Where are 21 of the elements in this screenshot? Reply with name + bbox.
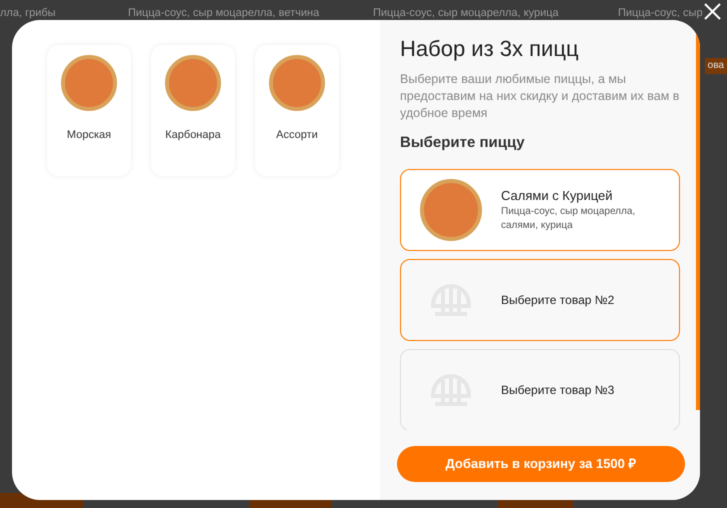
pizza-ingredients: Пицца-соус, сыр моцарелла, салями, курица	[501, 205, 636, 234]
slot-placeholder: Выберите товар №3	[501, 382, 614, 398]
section-title: Выберите пиццу	[400, 133, 526, 153]
pizza-slot[interactable]: Выберите товар №3	[400, 348, 680, 430]
pizza-name: Салями с Курицей	[501, 186, 614, 205]
modal-description: Выберите ваши любимые пиццы, а мы предоставим на них скидку и доставим их вам в удобное время	[400, 71, 680, 122]
backdrop-text: Пицца-соус, сыр моцарелла, курица	[373, 7, 559, 19]
pizza-card[interactable]: Морская	[47, 45, 131, 176]
pizza-slot[interactable]: Выберите товар №2	[400, 258, 680, 340]
pizza-card[interactable]: Ассорти	[255, 45, 339, 176]
backdrop-text: Пицца-соус, сыр моцарелла, ветчина	[128, 7, 320, 19]
pizza-card-name: Карбонара	[165, 128, 221, 143]
modal-title: Набор из 3х пицц	[400, 35, 580, 63]
pizza-card-name: Ассорти	[276, 128, 318, 143]
pizza-card[interactable]: Карбонара	[151, 45, 235, 176]
pizza-slot[interactable]: Салями с Курицей Пицца-соус, сыр моцарелла, салями, курица	[400, 168, 680, 250]
backdrop-text: Пицца-соус, сыр	[618, 7, 703, 19]
backdrop-text: лла, грибы	[0, 7, 56, 19]
pizza-card-name: Морская	[66, 128, 112, 143]
slot-placeholder: Выберите товар №2	[501, 292, 614, 308]
close-icon[interactable]	[704, 3, 721, 20]
